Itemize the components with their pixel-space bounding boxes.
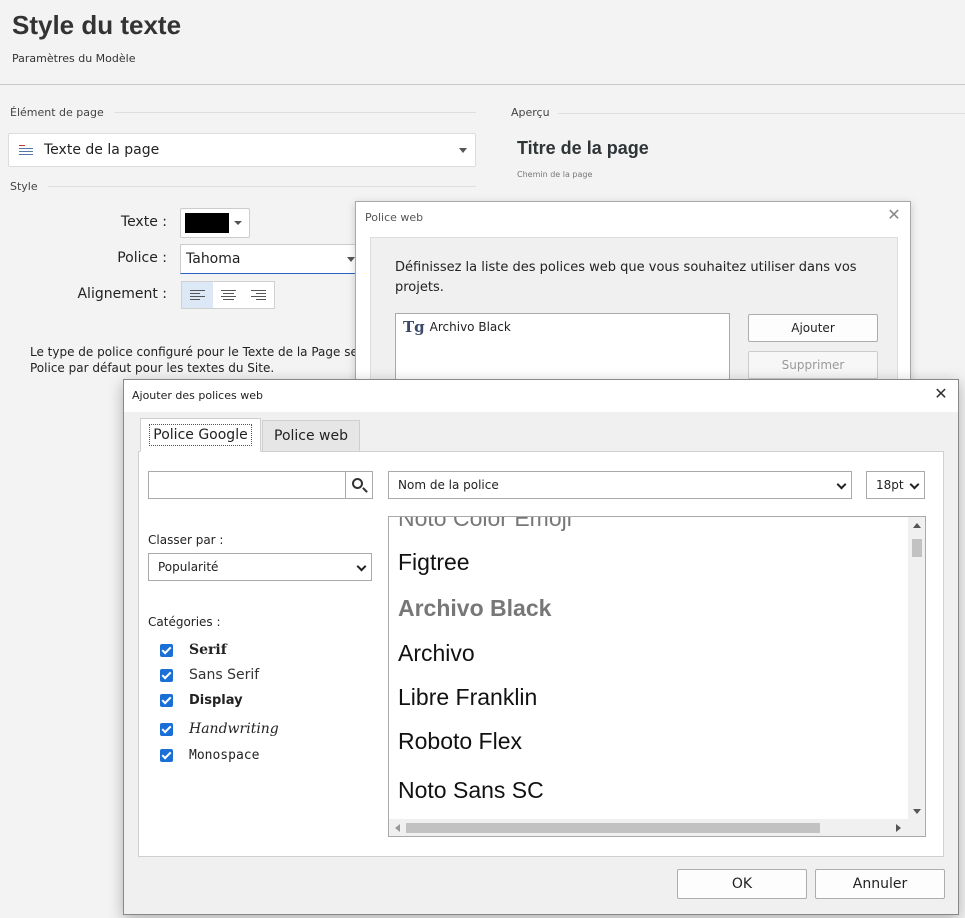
text-color-label: Texte :	[120, 214, 167, 230]
font-icon: Tg	[403, 318, 425, 336]
list-item[interactable]: Noto Color Emoji	[398, 517, 572, 532]
horizontal-scrollbar[interactable]	[389, 819, 925, 836]
scroll-thumb[interactable]	[912, 539, 922, 557]
category-serif[interactable]: Serif	[160, 642, 227, 658]
checkbox-checked[interactable]	[160, 668, 173, 682]
dialog-title: Police web	[365, 211, 424, 224]
add-button[interactable]: Ajouter	[748, 314, 878, 342]
text-color-picker[interactable]	[180, 208, 250, 238]
chevron-down-icon	[909, 479, 920, 490]
add-web-fonts-dialog: Ajouter des polices web ✕ Police Google …	[123, 379, 959, 915]
preview-divider	[558, 113, 965, 114]
search-icon	[352, 478, 363, 489]
align-right-button[interactable]	[243, 282, 274, 308]
page-title: Style du texte	[12, 10, 182, 40]
text-document-icon	[19, 143, 35, 157]
google-font-list[interactable]: Noto Color Emoji Figtree Archivo Black A…	[388, 516, 926, 837]
list-item[interactable]: Noto Sans SC	[398, 777, 544, 804]
category-display[interactable]: Display	[160, 693, 243, 708]
search-button[interactable]	[345, 472, 372, 498]
font-name-select[interactable]: Nom de la police	[388, 471, 852, 499]
sort-label: Classer par :	[148, 533, 224, 547]
chevron-down-icon	[459, 148, 467, 153]
alignment-label: Alignement :	[77, 286, 167, 302]
page-element-group-label: Élément de page	[10, 106, 476, 119]
chevron-down-icon	[234, 221, 242, 225]
ok-button[interactable]: OK	[677, 869, 807, 899]
scroll-thumb[interactable]	[406, 823, 820, 833]
chevron-down-icon	[356, 561, 367, 572]
page-subtitle: Paramètres du Modèle	[12, 52, 136, 65]
page-element-value: Texte de la page	[44, 142, 160, 158]
arrow-down-icon[interactable]	[913, 809, 921, 814]
header-divider	[0, 84, 965, 85]
list-item-label: Archivo Black	[429, 320, 511, 334]
tab-web-fonts[interactable]: Police web	[262, 420, 360, 452]
dialog-title: Ajouter des polices web	[132, 389, 263, 402]
category-handwriting[interactable]: Handwriting	[160, 721, 279, 737]
list-item[interactable]: Archivo Black	[398, 595, 551, 622]
align-left-button[interactable]	[182, 282, 213, 308]
list-item[interactable]: Roboto Flex	[398, 728, 522, 755]
list-item[interactable]: Archivo	[398, 640, 475, 667]
checkbox-checked[interactable]	[160, 722, 173, 736]
checkbox-checked[interactable]	[160, 749, 173, 762]
font-label: Police :	[117, 250, 167, 266]
chevron-down-icon	[836, 479, 847, 490]
tab-google-fonts[interactable]: Police Google	[140, 418, 261, 452]
remove-button[interactable]: Supprimer	[748, 351, 878, 379]
search-box	[148, 471, 373, 499]
sort-select[interactable]: Popularité	[148, 553, 372, 581]
category-sans-serif[interactable]: Sans Serif	[160, 667, 259, 683]
close-icon[interactable]: ✕	[886, 207, 902, 223]
vertical-scrollbar[interactable]	[908, 517, 925, 820]
font-select[interactable]: Tahoma	[180, 244, 366, 274]
alignment-group	[181, 281, 275, 309]
align-center-button[interactable]	[213, 282, 244, 308]
categories-label: Catégories :	[148, 615, 221, 629]
checkbox-checked[interactable]	[160, 643, 173, 657]
color-swatch	[185, 213, 229, 233]
category-monospace[interactable]: Monospace	[160, 748, 259, 763]
font-size-select[interactable]: 18pt	[866, 471, 925, 499]
cancel-button[interactable]: Annuler	[815, 869, 945, 899]
arrow-up-icon[interactable]	[913, 523, 921, 528]
font-select-value: Tahoma	[186, 251, 241, 267]
list-item[interactable]: Libre Franklin	[398, 684, 537, 711]
police-web-dialog: Police web ✕ Définissez la liste des pol…	[355, 201, 911, 407]
list-item[interactable]: Tg Archivo Black	[403, 318, 511, 336]
close-icon[interactable]: ✕	[932, 385, 950, 403]
checkbox-checked[interactable]	[160, 694, 173, 707]
google-fonts-panel: Nom de la police 18pt Classer par : Popu…	[138, 451, 944, 857]
chevron-down-icon	[347, 257, 355, 262]
list-item[interactable]: Figtree	[398, 549, 470, 576]
info-text: Le type de police configuré pour le Text…	[30, 345, 356, 375]
page-element-select[interactable]: Texte de la page	[8, 133, 476, 167]
arrow-left-icon[interactable]	[395, 824, 400, 832]
arrow-right-icon[interactable]	[896, 824, 901, 832]
preview-path: Chemin de la page	[517, 170, 593, 179]
style-group-label: Style	[10, 180, 476, 193]
dialog-description: Définissez la liste des polices web que …	[395, 260, 857, 295]
search-input[interactable]	[149, 472, 345, 498]
preview-group-label: Aperçu	[511, 106, 550, 119]
preview-title: Titre de la page	[517, 138, 649, 158]
